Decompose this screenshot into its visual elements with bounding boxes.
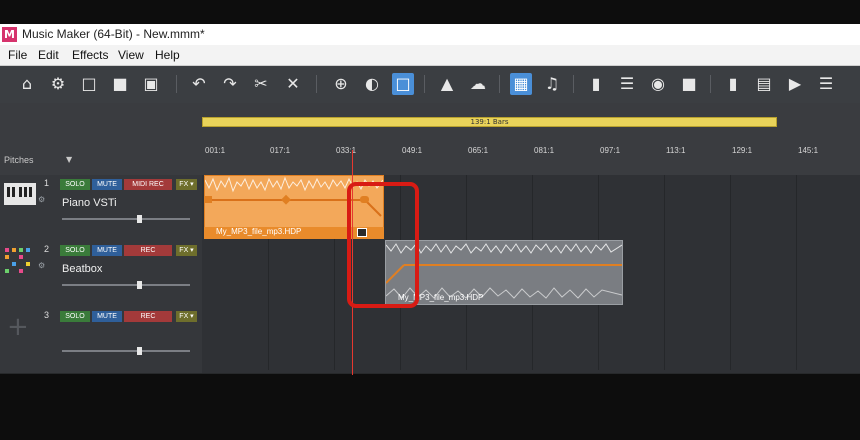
- cloud-icon[interactable]: ☁: [467, 73, 489, 95]
- ruler-tick: 129:1: [732, 146, 753, 155]
- video-icon[interactable]: ▶: [784, 73, 806, 95]
- rec-button[interactable]: REC: [124, 311, 172, 322]
- note-icon[interactable]: ♫: [541, 73, 563, 95]
- undo-icon[interactable]: ↶: [188, 73, 210, 95]
- volume-slider-knob[interactable]: [136, 281, 142, 289]
- solo-button[interactable]: SOLO: [60, 245, 90, 256]
- track-number: 3: [44, 310, 50, 320]
- cut-icon[interactable]: ✂: [250, 73, 272, 95]
- toolbar-divider: [176, 75, 177, 93]
- ruler-tick: 017:1: [270, 146, 291, 155]
- add-icon[interactable]: ⊕: [330, 73, 352, 95]
- toolbar: ⌂ ⚙ □ ■ ▣ ↶ ↷ ✂ ✕ ⊕ ◐ □ ▲ ☁ ▦ ♫ ▮ ☰ ◉ ■ …: [0, 66, 860, 103]
- app-logo-icon: M: [2, 27, 17, 42]
- ruler-tick: 097:1: [600, 146, 621, 155]
- delete-icon[interactable]: ✕: [282, 73, 304, 95]
- midi-rec-button[interactable]: MIDI REC: [124, 179, 172, 190]
- mix-icon[interactable]: ◐: [361, 73, 383, 95]
- new-file-icon[interactable]: □: [78, 73, 100, 95]
- toolbar-divider: [573, 75, 574, 93]
- plugin-icon[interactable]: ◉: [647, 73, 669, 95]
- volume-slider[interactable]: [62, 347, 190, 355]
- ruler-tick: 033:1: [336, 146, 357, 155]
- grid-line: [796, 175, 797, 370]
- track-header-3[interactable]: 3 SOLO MUTE REC FX ▾: [0, 307, 202, 374]
- toolbar-divider: [316, 75, 317, 93]
- beatbox-icon: [5, 248, 30, 273]
- toolbar-divider: [710, 75, 711, 93]
- track-options-icon[interactable]: ⚙: [38, 261, 48, 270]
- menu-help[interactable]: Help: [155, 48, 180, 62]
- volume-slider-knob[interactable]: [136, 347, 142, 355]
- shop-icon[interactable]: ▲: [436, 73, 458, 95]
- volume-slider-knob[interactable]: [136, 215, 142, 223]
- rec-button[interactable]: REC: [124, 245, 172, 256]
- chevron-down-icon[interactable]: ▼: [66, 155, 72, 164]
- folder-icon[interactable]: □: [392, 73, 414, 95]
- fx-button[interactable]: FX ▾: [176, 311, 197, 322]
- window-title: Music Maker (64-Bit) - New.mmm*: [22, 27, 205, 41]
- menu-bar: File Edit Effects View Help: [0, 45, 860, 66]
- ruler-tick: 081:1: [534, 146, 555, 155]
- notes-icon[interactable]: ▤: [753, 73, 775, 95]
- keyboard-icon[interactable]: ▮: [585, 73, 607, 95]
- toolbar-divider: [424, 75, 425, 93]
- ruler-tick: 001:1: [205, 146, 226, 155]
- solo-button[interactable]: SOLO: [60, 311, 90, 322]
- mute-button[interactable]: MUTE: [92, 245, 122, 256]
- grid-icon[interactable]: ▦: [510, 73, 532, 95]
- mixer-icon[interactable]: ☰: [616, 73, 638, 95]
- track-number: 2: [44, 244, 50, 254]
- add-track-icon[interactable]: +: [7, 312, 29, 342]
- pitches-label[interactable]: Pitches: [4, 155, 34, 165]
- redo-icon[interactable]: ↷: [219, 73, 241, 95]
- grid-line: [730, 175, 731, 370]
- solo-button[interactable]: SOLO: [60, 179, 90, 190]
- soundpool-icon[interactable]: ■: [678, 73, 700, 95]
- volume-slider[interactable]: [62, 281, 190, 289]
- timeline-header: [0, 103, 860, 175]
- fx-button[interactable]: FX ▾: [176, 245, 197, 256]
- save-icon[interactable]: ▣: [140, 73, 162, 95]
- menu-view[interactable]: View: [118, 48, 144, 62]
- track-lane-3[interactable]: [202, 307, 860, 374]
- open-folder-icon[interactable]: ■: [109, 73, 131, 95]
- track-number: 1: [44, 178, 50, 188]
- ruler-tick: 049:1: [402, 146, 423, 155]
- menu-effects[interactable]: Effects: [72, 48, 108, 62]
- mute-button[interactable]: MUTE: [92, 179, 122, 190]
- menu-file[interactable]: File: [8, 48, 27, 62]
- gear-icon[interactable]: ⚙: [47, 73, 69, 95]
- highlight-box: [347, 182, 419, 308]
- track-name[interactable]: Beatbox: [62, 263, 102, 275]
- volume-slider[interactable]: [62, 215, 190, 223]
- ruler-tick: 113:1: [666, 146, 686, 155]
- ruler-tick: 145:1: [798, 146, 819, 155]
- track-name[interactable]: Piano VSTi: [62, 197, 117, 209]
- track-options-icon[interactable]: ⚙: [38, 195, 48, 204]
- piano-icon: [4, 183, 36, 205]
- clip-label: My_MP3_file_mp3.HDP: [216, 227, 302, 236]
- levels-icon[interactable]: ▮: [722, 73, 744, 95]
- mute-button[interactable]: MUTE: [92, 311, 122, 322]
- extra-icon[interactable]: ☰: [815, 73, 837, 95]
- fx-button[interactable]: FX ▾: [176, 179, 197, 190]
- track-header-1[interactable]: 1 ⚙ SOLO MUTE MIDI REC FX ▾ Piano VSTi: [0, 175, 202, 242]
- track-header-2[interactable]: 2 ⚙ SOLO MUTE REC FX ▾ Beatbox: [0, 241, 202, 308]
- grid-line: [664, 175, 665, 370]
- menu-edit[interactable]: Edit: [38, 48, 59, 62]
- toolbar-divider: [499, 75, 500, 93]
- range-bar[interactable]: 139:1 Bars: [202, 117, 777, 127]
- home-icon[interactable]: ⌂: [16, 73, 38, 95]
- title-bar: M Music Maker (64-Bit) - New.mmm*: [0, 24, 860, 45]
- ruler-tick: 065:1: [468, 146, 489, 155]
